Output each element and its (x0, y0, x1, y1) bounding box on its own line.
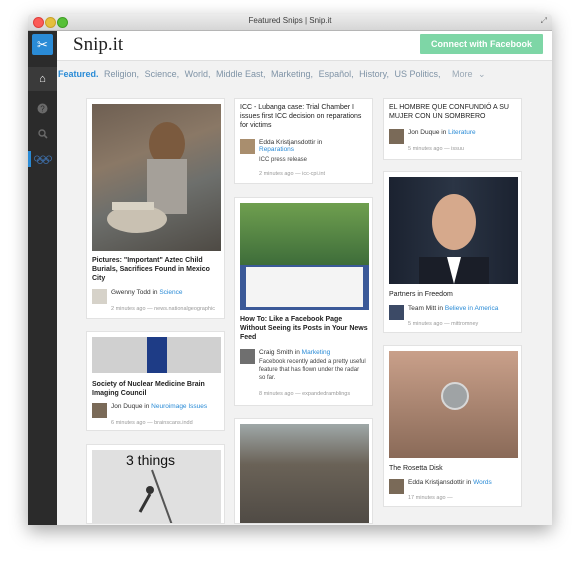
snip-card-crowd[interactable] (234, 418, 373, 524)
help-icon[interactable]: ? (28, 97, 57, 119)
card-byline: Team Mitt in Believe in America (389, 305, 519, 321)
author-name[interactable]: Craig Smith (259, 349, 293, 356)
nav-item-espanol[interactable]: Español, (319, 69, 354, 79)
image-overlay-text: 3 things (126, 452, 176, 468)
snip-card-nuclear[interactable]: Society of Nuclear Medicine Brain Imagin… (86, 331, 225, 431)
card-byline: Edda Kristjansdottir in Reparations (240, 139, 370, 155)
nav-item-us-politics[interactable]: US Politics, (394, 69, 440, 79)
in-label: in (317, 139, 323, 146)
in-label: in (144, 403, 150, 410)
avatar[interactable] (92, 403, 107, 418)
card-byline: Jon Duque in Literature (389, 129, 519, 145)
card-title[interactable]: Partners in Freedom (389, 290, 518, 299)
nav-item-history[interactable]: History, (359, 69, 389, 79)
scissors-icon[interactable]: ✂ (32, 34, 53, 55)
connect-facebook-button[interactable]: Connect with Facebook (420, 34, 543, 54)
card-meta: 8 minutes ago — expandedramblings (259, 391, 351, 397)
author-name[interactable]: Jon Duque (408, 129, 439, 136)
author-name[interactable]: Gwenny Todd (111, 289, 151, 296)
snip-card-hombre[interactable]: EL HOMBRE QUE CONFUNDIÓ A SU MUJER CON U… (383, 98, 522, 160)
author-category[interactable]: Words (473, 479, 492, 486)
card-title[interactable]: EL HOMBRE QUE CONFUNDIÓ A SU MUJER CON U… (389, 103, 518, 121)
author-name[interactable]: Jon Duque (111, 403, 142, 410)
fullscreen-icon[interactable]: ⤢ (541, 16, 547, 26)
nav-item-science[interactable]: Science, (145, 69, 180, 79)
card-meta: 6 minutes ago — brainscans.indd (111, 420, 193, 426)
snip-card-3-things[interactable]: 3 things (86, 444, 225, 524)
card-meta: 5 minutes ago — mittromney (408, 321, 479, 327)
card-title[interactable]: ICC - Lubanga case: Trial Chamber I issu… (240, 103, 369, 130)
nav-item-religion[interactable]: Religion, (104, 69, 139, 79)
card-description: Facebook recently added a pretty useful … (259, 359, 366, 381)
card-image[interactable]: 3 things (92, 450, 221, 523)
nav-item-middle-east[interactable]: Middle East, (216, 69, 266, 79)
card-image[interactable] (389, 351, 518, 458)
author-name[interactable]: Edda Kristjansdottir (259, 139, 315, 146)
snip-card-aztec[interactable]: Pictures: "Important" Aztec Child Burial… (86, 98, 225, 319)
avatar[interactable] (389, 305, 404, 320)
card-image[interactable] (92, 337, 221, 373)
in-label: in (441, 129, 447, 136)
card-title[interactable]: How To: Like a Facebook Page Without See… (240, 315, 369, 342)
author-category[interactable]: Literature (448, 129, 475, 136)
home-icon[interactable]: ⌂ (28, 67, 57, 91)
snip-card-rosetta[interactable]: The Rosetta Disk Edda Kristjansdottir in… (383, 345, 522, 507)
window-title: Featured Snips | Snip.it (248, 16, 332, 25)
author-category[interactable]: Science (159, 289, 182, 296)
author-category[interactable]: Reparations (259, 146, 294, 153)
sidebar: ✂ ⌂ ? (28, 31, 57, 525)
snip-card-icc[interactable]: ICC - Lubanga case: Trial Chamber I issu… (234, 98, 373, 184)
author-category[interactable]: Believe in America (445, 305, 498, 312)
svg-text:?: ? (40, 104, 45, 113)
in-label: in (152, 289, 158, 296)
search-icon[interactable] (28, 123, 57, 145)
olympic-rings-icon[interactable] (28, 149, 57, 171)
card-description: ICC press release (259, 157, 308, 163)
snip-card-partners[interactable]: Partners in Freedom Team Mitt in Believe… (383, 171, 522, 333)
card-byline: Gwenny Todd in Science (92, 289, 222, 305)
author-name[interactable]: Edda Kristjansdottir (408, 479, 464, 486)
in-label: in (437, 305, 444, 312)
card-meta: 17 minutes ago — (408, 495, 453, 501)
avatar[interactable] (389, 129, 404, 144)
title-bar: Featured Snips | Snip.it ⤢ (28, 14, 552, 31)
snip-card-facebook[interactable]: How To: Like a Facebook Page Without See… (234, 197, 373, 406)
card-meta: 2 minutes ago — news.nationalgeographic (111, 306, 215, 312)
more-dropdown[interactable]: More ⌄ (452, 69, 489, 79)
card-title[interactable]: The Rosetta Disk (389, 464, 518, 473)
avatar[interactable] (240, 139, 255, 154)
avatar[interactable] (240, 349, 255, 364)
card-meta: 5 minutes ago — issuu (408, 146, 464, 152)
card-image[interactable] (240, 203, 369, 310)
nav-item-featured[interactable]: Featured. (58, 69, 99, 79)
card-byline: Jon Duque in Neuroimage Issues (92, 403, 222, 419)
nav-item-world[interactable]: World, (185, 69, 211, 79)
brand-logo[interactable]: Snip.it (73, 34, 123, 56)
card-byline: Edda Kristjansdottir in Words (389, 479, 519, 495)
topic-nav: Featured. Religion, Science, World, Midd… (58, 69, 492, 81)
more-label: More (452, 69, 473, 79)
author-category[interactable]: Neuroimage Issues (151, 403, 207, 410)
card-title[interactable]: Society of Nuclear Medicine Brain Imagin… (92, 380, 221, 398)
avatar[interactable] (389, 479, 404, 494)
nav-item-marketing[interactable]: Marketing, (271, 69, 313, 79)
author-name[interactable]: Team Mitt (408, 305, 436, 312)
in-label: in (294, 349, 300, 356)
card-title[interactable]: Pictures: "Important" Aztec Child Burial… (92, 256, 221, 283)
app-header: Snip.it Connect with Facebook (57, 31, 552, 61)
chevron-down-icon: ⌄ (478, 69, 486, 79)
in-label: in (466, 479, 472, 486)
author-category[interactable]: Marketing (302, 349, 331, 356)
card-meta: 2 minutes ago — icc-cpi.int (259, 171, 326, 177)
card-image[interactable] (92, 104, 221, 251)
card-image[interactable] (389, 177, 518, 284)
card-image[interactable] (240, 424, 369, 523)
avatar[interactable] (92, 289, 107, 304)
